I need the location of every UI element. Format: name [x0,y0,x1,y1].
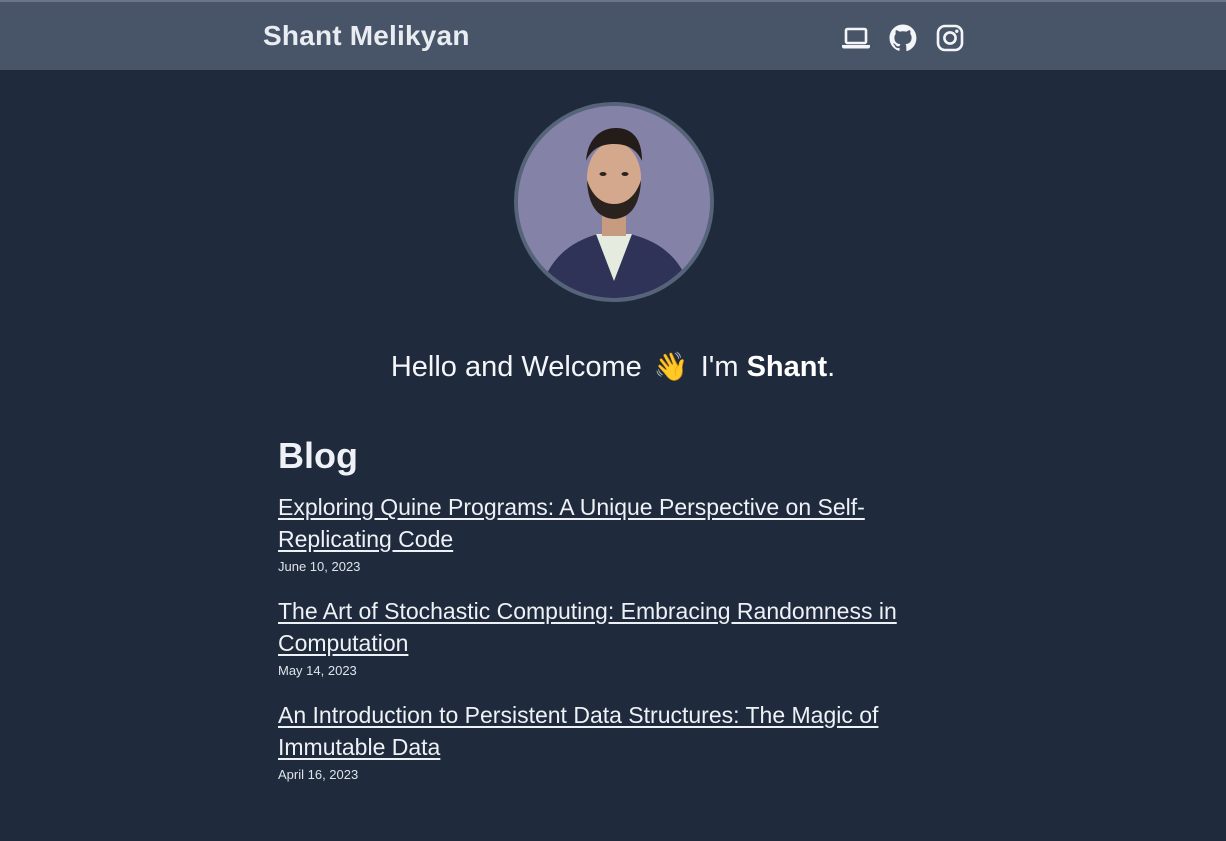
blog-post-link[interactable]: The Art of Stochastic Computing: Embraci… [278,595,918,659]
blog-post-item: Exploring Quine Programs: A Unique Persp… [278,491,938,574]
top-navbar: Shant Melikyan [0,0,1226,70]
blog-section: Blog Exploring Quine Programs: A Unique … [278,433,938,803]
instagram-icon[interactable] [934,22,966,54]
github-icon[interactable] [887,22,919,54]
wave-emoji: 👋 [653,351,689,382]
blog-post-item: An Introduction to Persistent Data Struc… [278,699,938,782]
welcome-message: Hello and Welcome 👋 I'm Shant. [0,350,1226,384]
blog-post-date: May 14, 2023 [278,663,357,678]
greeting-im: I'm [700,351,739,383]
blog-post-link[interactable]: An Introduction to Persistent Data Struc… [278,699,918,763]
greeting-period: . [827,351,836,383]
greeting-name: Shant [746,351,828,383]
blog-post-link[interactable]: Exploring Quine Programs: A Unique Persp… [278,491,918,555]
greeting-prefix: Hello and Welcome [390,351,642,383]
laptop-icon[interactable] [840,22,872,54]
profile-avatar [514,102,714,302]
blog-post-date: April 16, 2023 [278,767,359,782]
site-title-link[interactable]: Shant Melikyan [263,20,470,52]
blog-post-item: The Art of Stochastic Computing: Embraci… [278,595,938,678]
social-icons [840,22,966,54]
blog-heading: Blog [278,435,358,476]
blog-post-date: June 10, 2023 [278,559,361,574]
